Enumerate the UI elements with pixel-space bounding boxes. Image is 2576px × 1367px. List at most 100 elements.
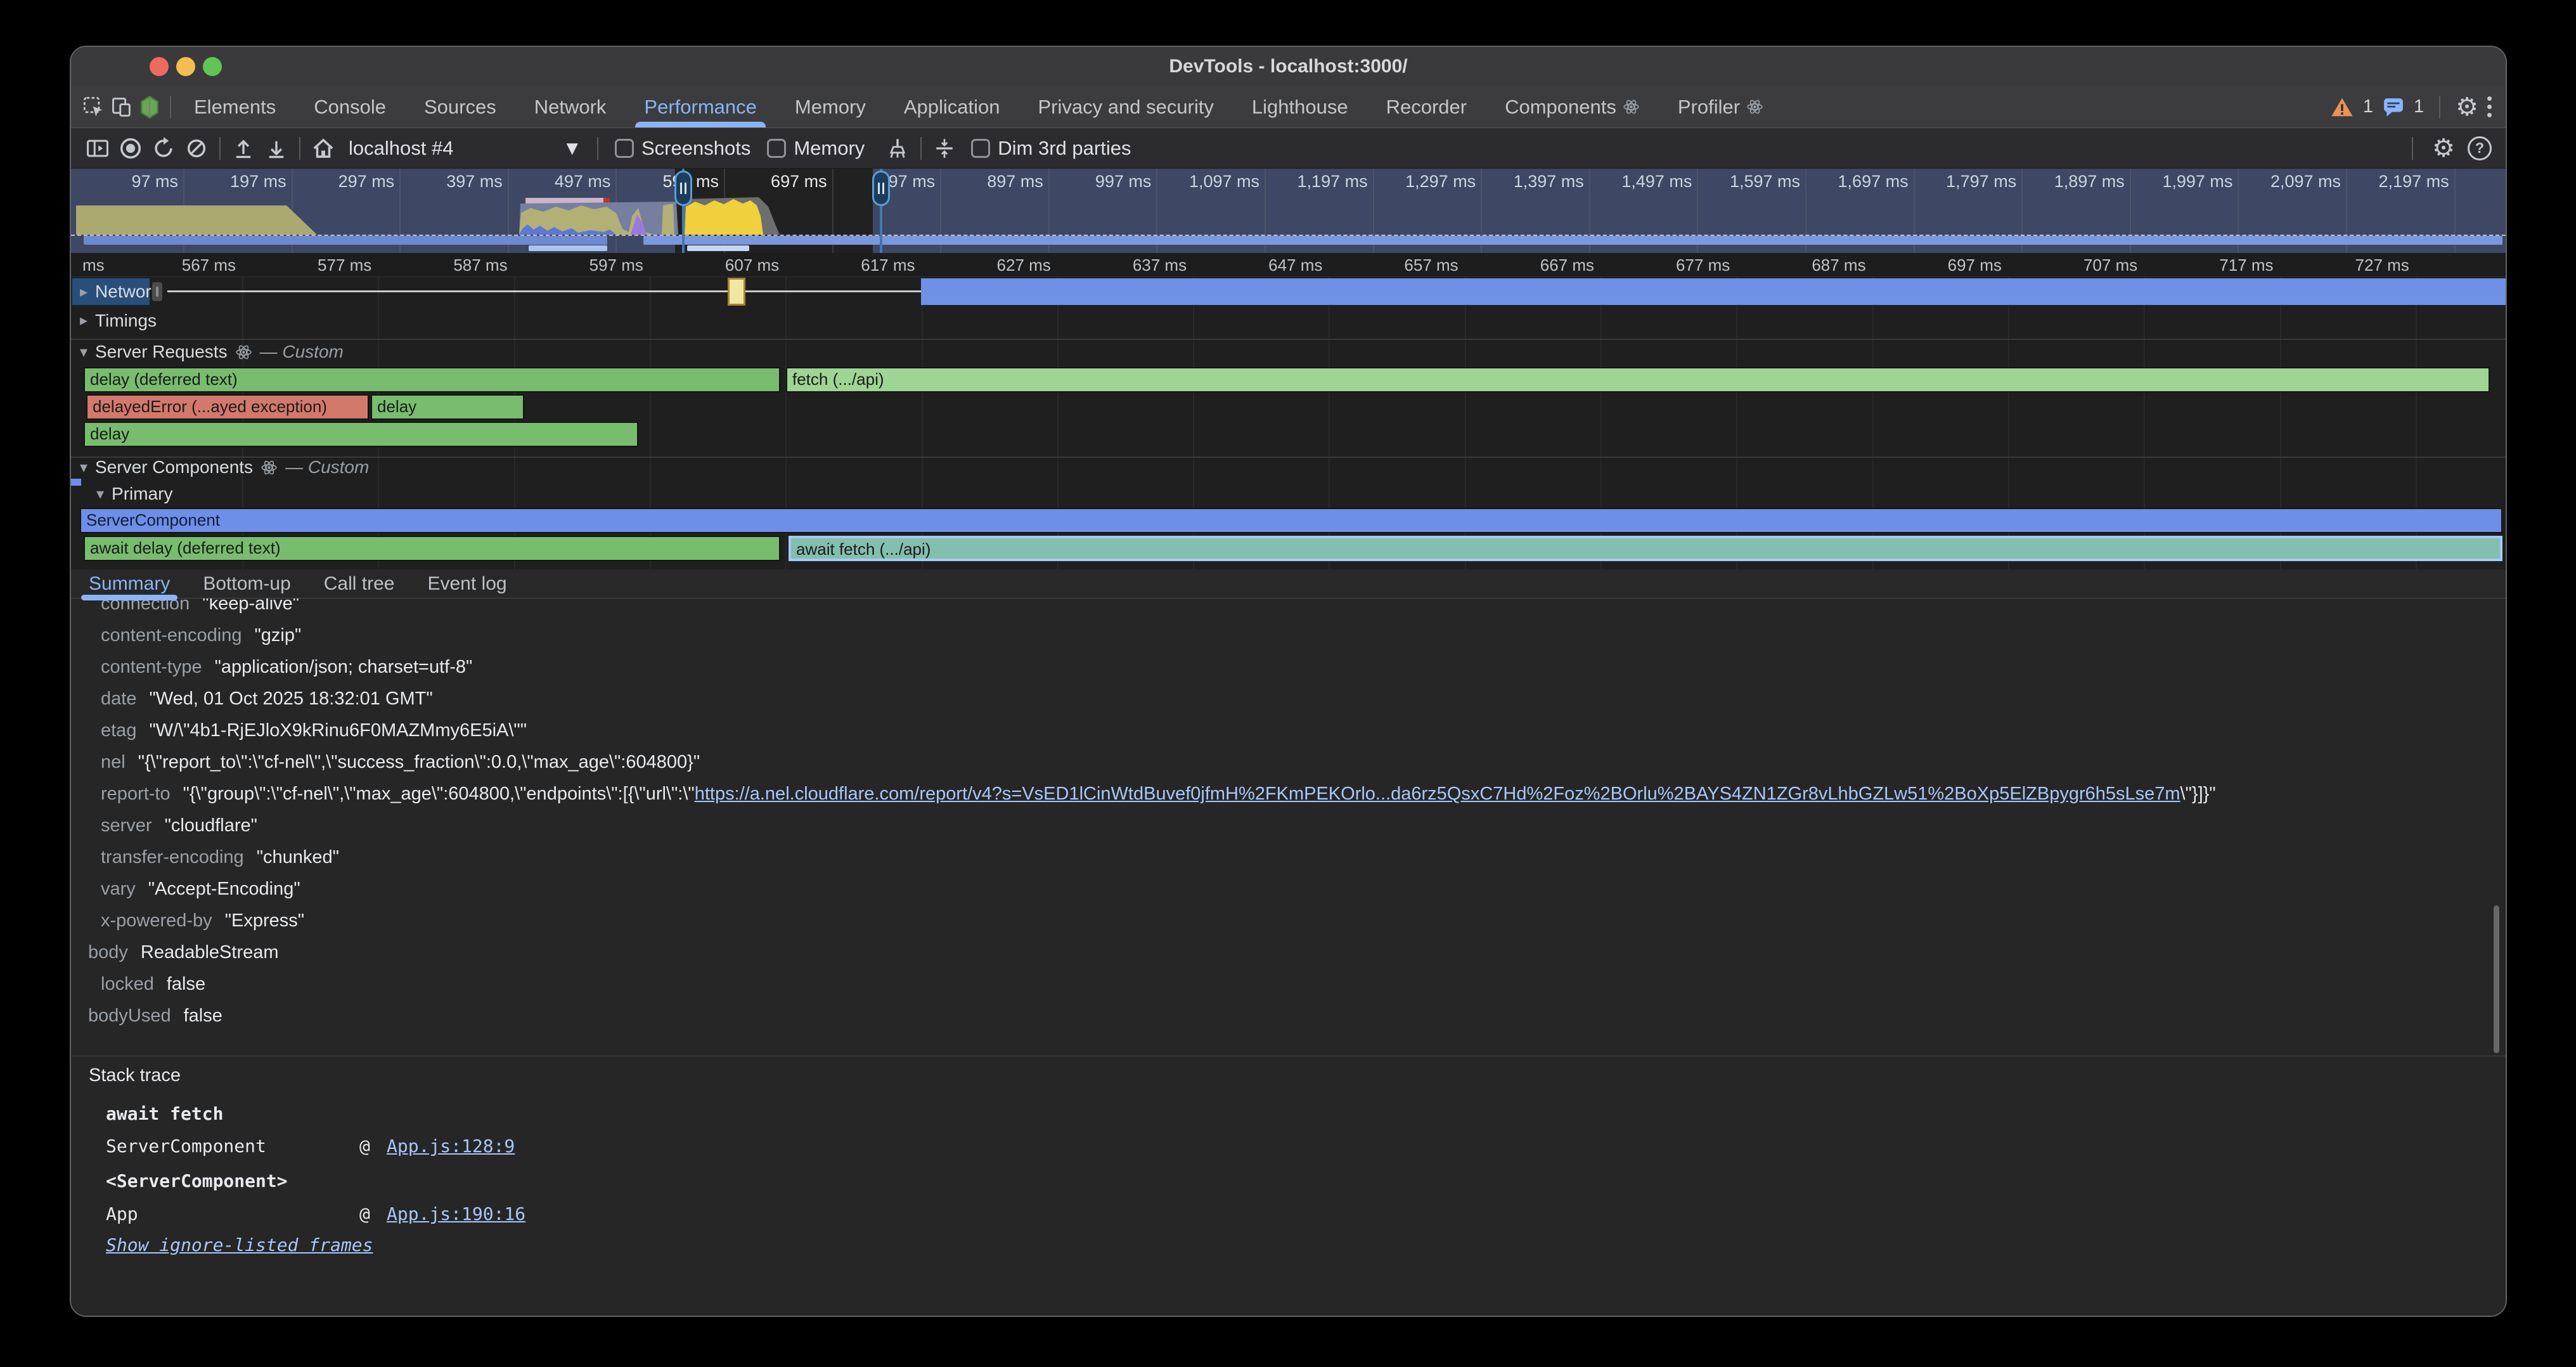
- divider: [920, 137, 922, 160]
- memory-checkbox[interactable]: [767, 139, 786, 158]
- network-track-drag-handle[interactable]: [152, 282, 162, 301]
- garbage-collect-icon[interactable]: [881, 132, 914, 165]
- network-request-yellow-block[interactable]: [728, 278, 745, 306]
- event-bar[interactable]: fetch (.../api): [786, 367, 2490, 392]
- event-bar[interactable]: delayedError (...ayed exception): [86, 394, 369, 420]
- source-location-link[interactable]: App.js:190:16: [387, 1202, 525, 1227]
- tab-application[interactable]: Application: [904, 86, 1000, 127]
- property-key: transfer-encoding: [101, 847, 244, 867]
- clear-icon[interactable]: [180, 132, 213, 165]
- tab-network[interactable]: Network: [534, 86, 607, 127]
- frame-at-symbol: @: [359, 1202, 370, 1227]
- primary-subtrack-header[interactable]: ▾ Primary: [96, 484, 173, 503]
- save-profile-icon[interactable]: [260, 132, 293, 165]
- tab-components[interactable]: Components: [1505, 86, 1640, 127]
- help-icon[interactable]: ?: [2468, 136, 2492, 160]
- screenshots-checkbox[interactable]: [615, 139, 634, 158]
- chevron-down-icon: ▾: [96, 485, 104, 503]
- details-tab-event-log[interactable]: Event log: [427, 569, 506, 598]
- load-profile-icon[interactable]: [227, 132, 260, 165]
- more-options-icon[interactable]: [2487, 96, 2492, 117]
- network-track-header[interactable]: ▸ Network: [80, 277, 160, 306]
- capture-settings-gear-icon[interactable]: ⚙: [2432, 136, 2455, 161]
- ruler-time-label: 647 ms: [1221, 256, 1322, 275]
- tab-profiler[interactable]: Profiler: [1678, 86, 1763, 127]
- tab-console[interactable]: Console: [314, 86, 386, 127]
- timeline-overview[interactable]: 97 ms197 ms297 ms397 ms497 ms597 ms697 m…: [71, 169, 2506, 253]
- record-and-reload-icon[interactable]: [147, 132, 180, 165]
- property-value: "Express": [225, 910, 304, 931]
- property-value: "{\"group\":\"cf-nel\",\"max_age\":60480…: [183, 784, 2216, 804]
- timings-track-header[interactable]: ▸ Timings: [80, 306, 157, 335]
- custom-track-suffix: — Custom: [260, 342, 344, 362]
- dim-3rd-parties-checkbox[interactable]: [971, 139, 990, 158]
- home-icon[interactable]: [307, 132, 340, 165]
- ruler-time-label: 597 ms: [542, 256, 643, 275]
- toggle-sidebar-icon[interactable]: [81, 132, 114, 165]
- report-endpoint-link[interactable]: https://a.nel.cloudflare.com/report/v4?s…: [695, 784, 2180, 804]
- overview-time-label: 1,297 ms: [1379, 172, 1476, 191]
- source-location-link[interactable]: App.js:128:9: [387, 1134, 515, 1159]
- event-bar[interactable]: await fetch (.../api): [789, 536, 2502, 561]
- selection-left-handle[interactable]: [674, 171, 692, 206]
- details-tab-bottom-up[interactable]: Bottom-up: [203, 569, 290, 598]
- selection-right-handle[interactable]: [872, 171, 890, 206]
- tab-performance[interactable]: Performance: [644, 86, 756, 127]
- extension-gem-icon[interactable]: [136, 93, 164, 121]
- event-bar[interactable]: await delay (deferred text): [84, 536, 780, 561]
- property-key: date: [101, 689, 136, 709]
- event-bar[interactable]: delay: [84, 422, 638, 447]
- track-color-indicator: [71, 479, 81, 486]
- issues-icon[interactable]: [2382, 97, 2405, 117]
- overview-time-label: 1,097 ms: [1163, 172, 1259, 191]
- vertical-scrollbar-thumb[interactable]: [2494, 905, 2499, 1053]
- tab-label: Profiler: [1678, 96, 1740, 119]
- tab-label: Performance: [644, 96, 756, 119]
- settings-gear-icon[interactable]: ⚙: [2456, 94, 2478, 120]
- network-track-label: Network: [95, 282, 160, 302]
- collapse-tracks-icon[interactable]: [928, 132, 961, 165]
- warning-count: 1: [2363, 96, 2373, 117]
- inspect-element-icon[interactable]: [80, 93, 108, 121]
- tab-lighthouse[interactable]: Lighthouse: [1252, 86, 1348, 127]
- record-icon[interactable]: [114, 132, 147, 165]
- flamechart-tracks[interactable]: ▸ Network ▸ Timings ▾ Server Requests — …: [71, 277, 2506, 569]
- ruler-time-label: 627 ms: [950, 256, 1051, 275]
- property-key: x-powered-by: [101, 910, 212, 931]
- property-row: x-powered-by "Express": [71, 905, 2506, 936]
- timeline-ruler[interactable]: ms 567 ms577 ms587 ms597 ms607 ms617 ms6…: [71, 253, 2506, 277]
- tab-recorder[interactable]: Recorder: [1386, 86, 1467, 127]
- history-select[interactable]: localhost #4 ▼: [349, 137, 582, 160]
- tab-sources[interactable]: Sources: [424, 86, 496, 127]
- tab-memory[interactable]: Memory: [795, 86, 866, 127]
- toggle-device-toolbar-icon[interactable]: [108, 93, 136, 121]
- property-row: etag"W/\"4b1-RjEJloX9kRinu6F0MAZMmy6E5iA…: [71, 715, 2506, 746]
- warning-icon[interactable]: [2330, 96, 2354, 118]
- divider: [597, 137, 598, 160]
- overview-time-label: 2,197 ms: [2353, 172, 2449, 191]
- details-tab-call-tree[interactable]: Call tree: [324, 569, 395, 598]
- property-row: bodyUsedfalse: [71, 1000, 2506, 1032]
- tab-elements[interactable]: Elements: [194, 86, 276, 127]
- server-components-track-header[interactable]: ▾ Server Components — Custom: [80, 458, 369, 477]
- stack-frame: await fetch: [71, 1101, 2506, 1127]
- details-tab-summary[interactable]: Summary: [89, 569, 170, 598]
- event-bar[interactable]: delay (deferred text): [84, 367, 780, 392]
- stack-frame: App@App.js:190:16: [71, 1202, 2506, 1227]
- event-bar[interactable]: ServerComponent: [80, 508, 2502, 533]
- overview-time-label: 1,997 ms: [2136, 172, 2232, 191]
- stack-trace-title: Stack trace: [89, 1065, 181, 1086]
- event-bar[interactable]: delay: [371, 394, 524, 420]
- network-request-blue-bar[interactable]: [921, 278, 2506, 305]
- issues-count: 1: [2414, 96, 2424, 117]
- show-ignore-listed-frames-link[interactable]: Show ignore-listed frames: [106, 1234, 373, 1255]
- property-key: content-type: [101, 657, 202, 677]
- property-key: etag: [101, 720, 136, 741]
- overview-time-label: 97 ms: [82, 172, 178, 191]
- tab-privacy-and-security[interactable]: Privacy and security: [1038, 86, 1214, 127]
- overview-time-label: 1,797 ms: [1920, 172, 2016, 191]
- property-row: lockedfalse: [71, 968, 2506, 1000]
- stack-trace-section: Stack trace await fetchServerComponent@A…: [71, 1056, 2506, 1316]
- server-requests-track-header[interactable]: ▾ Server Requests — Custom: [80, 340, 344, 364]
- property-key: vary: [101, 879, 136, 899]
